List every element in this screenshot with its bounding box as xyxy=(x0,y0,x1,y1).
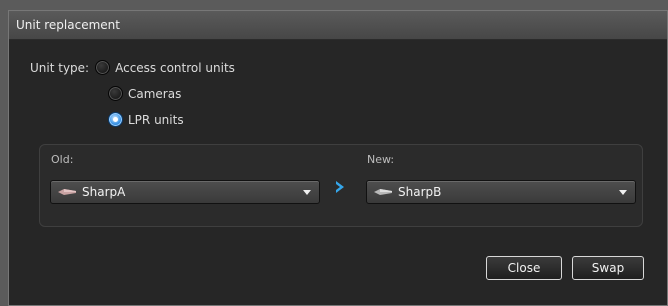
old-unit-dropdown[interactable]: SharpA xyxy=(50,180,320,204)
old-unit-value: SharpA xyxy=(82,185,126,199)
chevron-down-icon xyxy=(303,189,311,195)
close-button[interactable]: Close xyxy=(486,256,562,280)
chevron-right-icon xyxy=(336,181,344,193)
lpr-units-label[interactable]: LPR units xyxy=(128,113,184,127)
access-control-units-radio[interactable] xyxy=(95,60,111,75)
new-unit-dropdown[interactable]: SharpB xyxy=(366,180,636,204)
lpr-units-row: LPR units xyxy=(108,112,184,127)
unit-type-label: Unit type: xyxy=(30,60,90,75)
new-unit-value: SharpB xyxy=(398,185,442,199)
new-label: New: xyxy=(367,153,395,166)
old-label: Old: xyxy=(51,153,74,166)
dialog-title: Unit replacement xyxy=(16,18,120,32)
lpr-unit-icon xyxy=(58,189,76,195)
unit-type-row: Unit type: Access control units xyxy=(30,60,235,75)
chevron-down-icon xyxy=(619,189,627,195)
cameras-radio[interactable] xyxy=(108,86,123,101)
lpr-units-radio[interactable] xyxy=(108,112,123,127)
dialog-titlebar: Unit replacement xyxy=(9,11,667,40)
swap-button[interactable]: Swap xyxy=(572,256,644,280)
cameras-label[interactable]: Cameras xyxy=(128,87,181,101)
cameras-row: Cameras xyxy=(108,86,181,101)
unit-replacement-dialog: Unit replacement Unit type: Access contr… xyxy=(8,10,668,306)
access-control-units-label[interactable]: Access control units xyxy=(115,61,235,75)
lpr-unit-icon xyxy=(374,189,392,195)
